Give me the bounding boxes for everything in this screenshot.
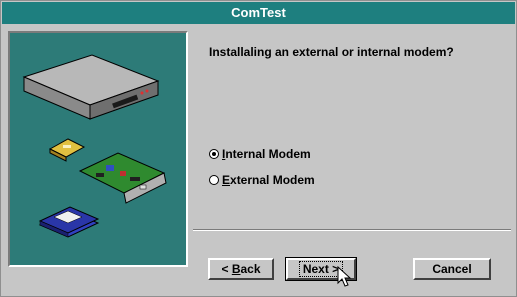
cancel-label: Cancel — [432, 262, 472, 276]
internal-modem-card-icon — [78, 152, 167, 204]
mouse-cursor-icon — [337, 266, 352, 287]
radio-unselected-indicator[interactable] — [209, 175, 219, 185]
internal-modem-label: nternal Modem — [225, 147, 311, 161]
back-button[interactable]: < Back — [208, 258, 274, 280]
back-prefix: < — [221, 262, 232, 276]
radio-selected-indicator[interactable] — [209, 149, 219, 159]
internal-modem-radio[interactable]: Internal Modem — [209, 145, 311, 163]
external-modem-radio[interactable]: External Modem — [209, 171, 315, 189]
pcmcia-card-icon — [48, 138, 86, 162]
illustration-panel — [8, 31, 188, 267]
install-question: Installaling an external or internal mod… — [209, 45, 454, 59]
external-modem-accel: E — [222, 173, 231, 187]
back-label: ack — [240, 262, 261, 276]
window-title: ComTest — [231, 5, 286, 20]
separator — [193, 229, 511, 231]
external-modem-label: xternal Modem — [230, 173, 315, 187]
floppy-disks-icon — [38, 206, 100, 238]
external-modem-icon — [22, 54, 160, 120]
cancel-button[interactable]: Cancel — [413, 258, 491, 280]
dialog-window: ComTest Installaling an external or inte… — [0, 0, 517, 297]
title-bar[interactable]: ComTest — [2, 2, 515, 24]
